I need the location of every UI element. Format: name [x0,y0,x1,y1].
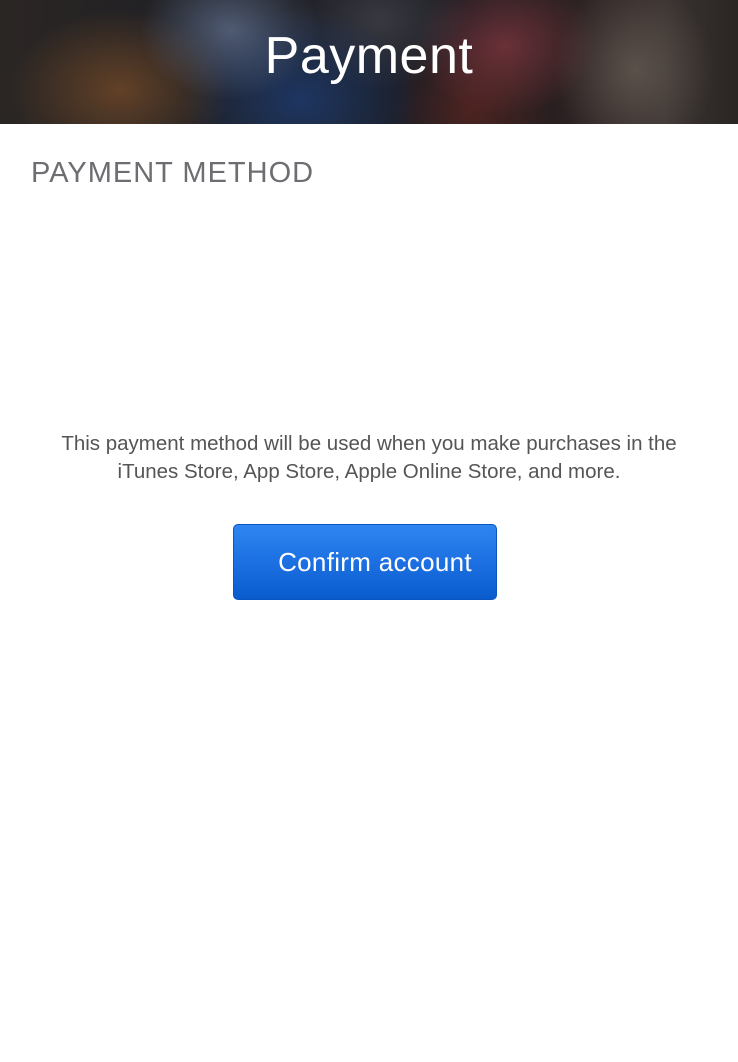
header-banner: Payment [0,0,738,124]
confirm-account-button[interactable]: Confirm account [233,524,497,600]
payment-method-section-title: PAYMENT METHOD [31,157,315,189]
payment-description-line-2: iTunes Store, App Store, Apple Online St… [117,460,621,483]
payment-description: This payment method will be used when yo… [20,430,718,486]
payment-description-line-1: This payment method will be used when yo… [61,432,677,455]
payment-screen: Payment PAYMENT METHOD This payment meth… [0,0,738,1062]
page-title: Payment [264,27,474,85]
